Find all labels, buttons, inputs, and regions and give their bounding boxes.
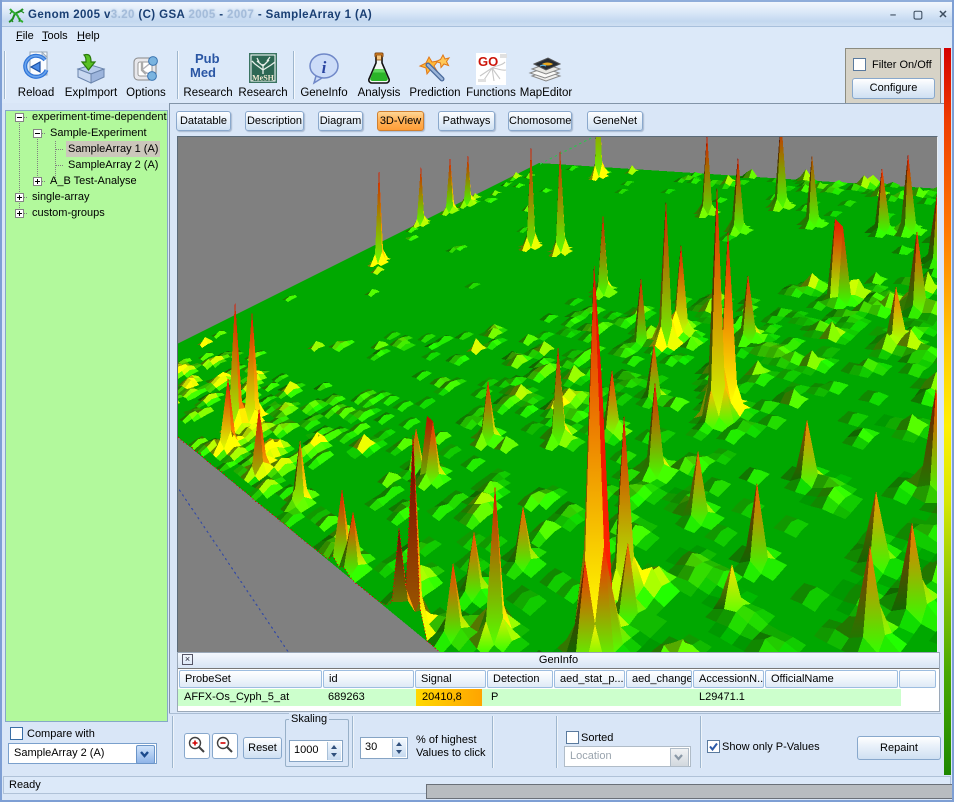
svg-text:Med: Med [190, 65, 216, 80]
svg-text:MeSH: MeSH [252, 74, 275, 83]
svg-text:i: i [322, 58, 327, 77]
svg-text:Pub: Pub [195, 51, 220, 66]
svg-text:GO: GO [478, 54, 498, 69]
